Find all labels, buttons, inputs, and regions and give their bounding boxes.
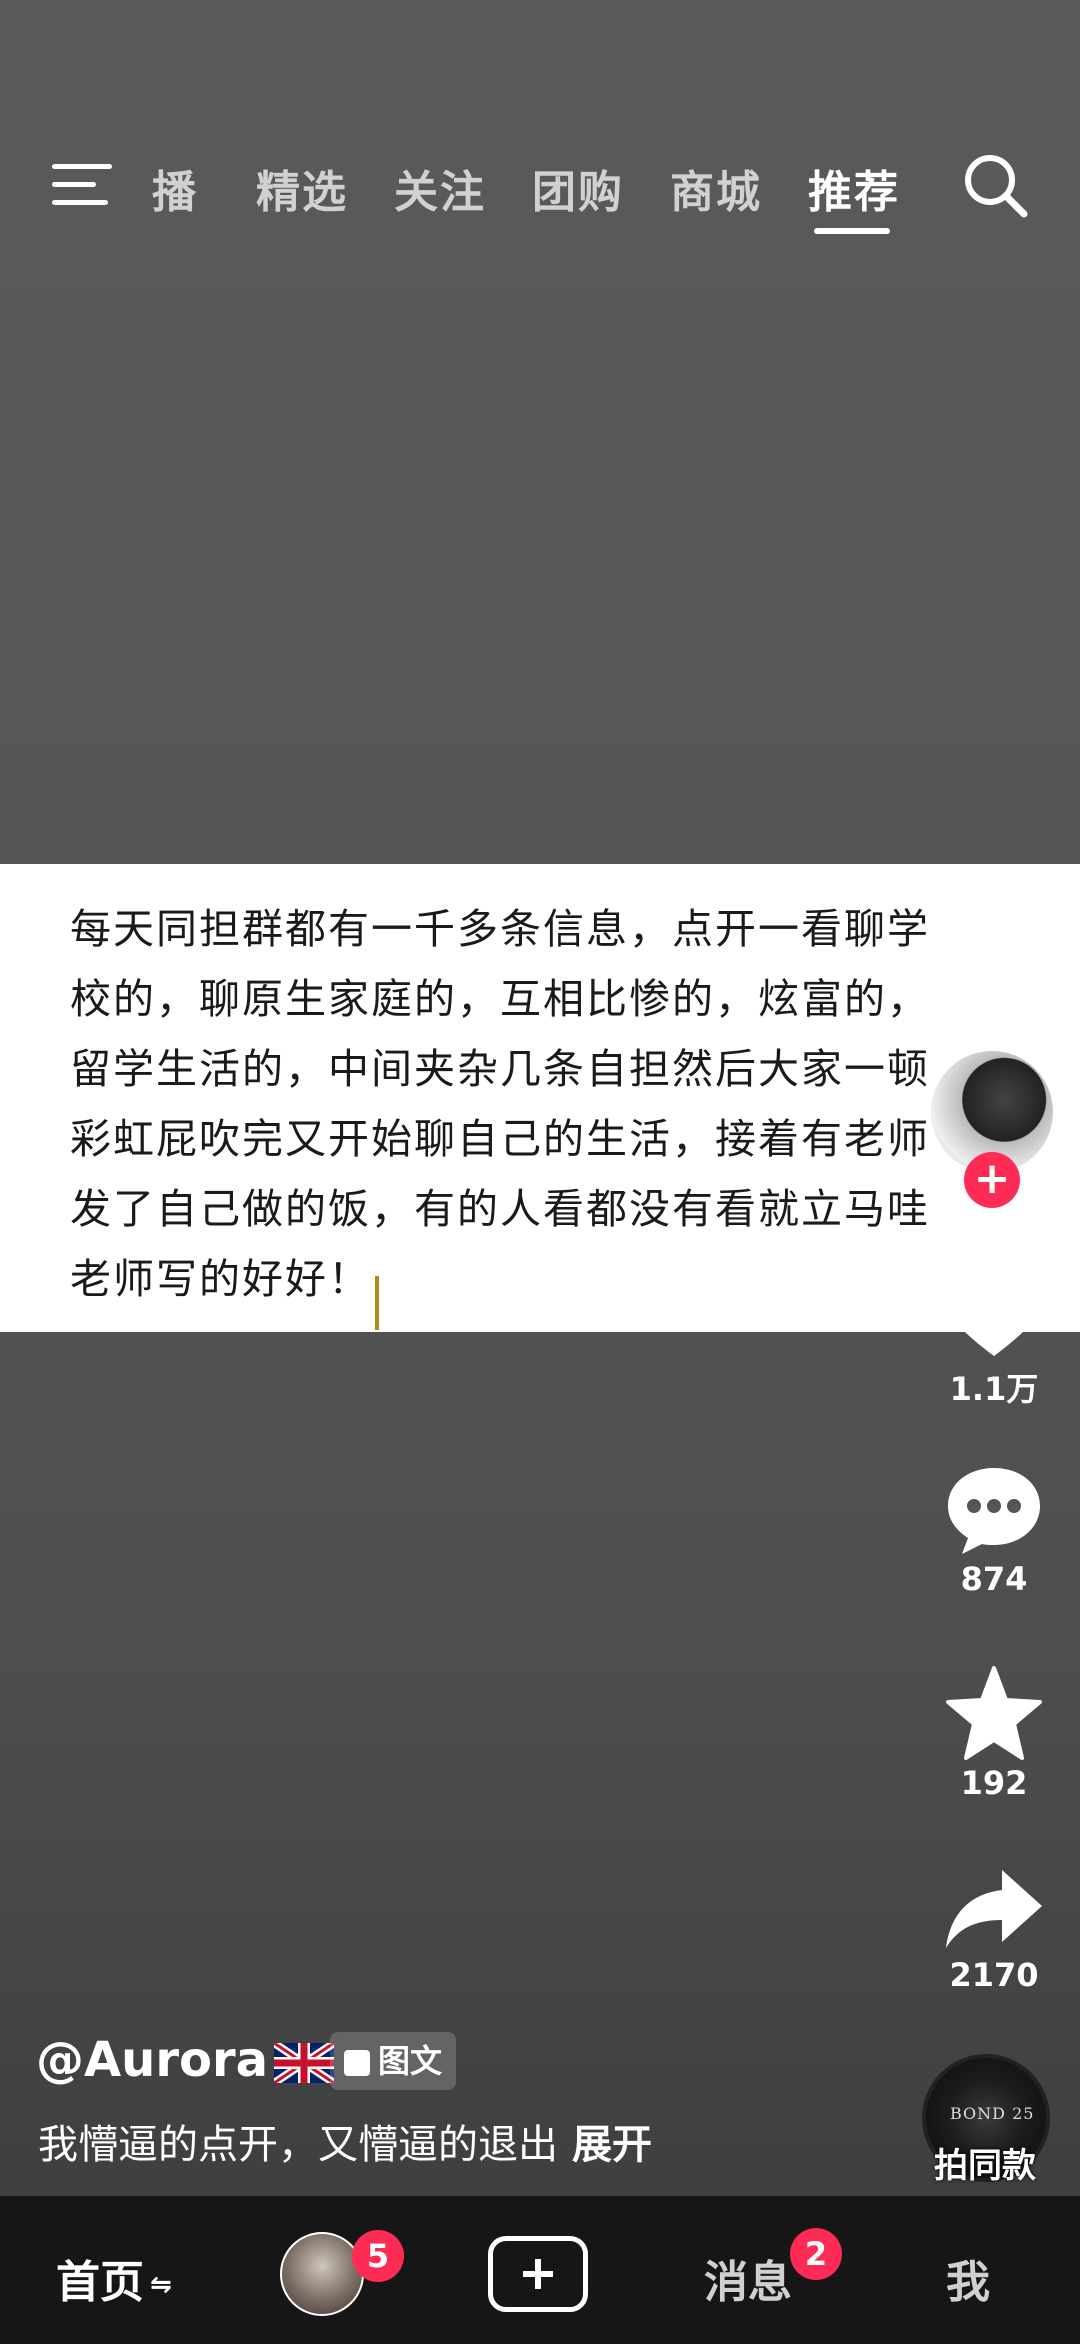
caption-text: 我懵逼的点开，又懵逼的退出 (38, 2122, 558, 2168)
comment-action[interactable]: 874 (930, 1464, 1058, 1598)
favorite-count: 192 (960, 1764, 1028, 1802)
nav-home-label: 首页 (56, 2257, 144, 2308)
nav-me[interactable]: 我 (946, 2246, 990, 2310)
nav-home[interactable]: 首页 ⇋ (56, 2246, 172, 2310)
shoot-same-button[interactable]: 拍同款 (934, 2138, 1036, 2187)
post-text-card[interactable]: 每天同担群都有一千多条信息，点开一看聊学 校的，聊原生家庭的，互相比惨的，炫富的… (0, 864, 1080, 1332)
tab-mall[interactable]: 商城 (670, 156, 762, 220)
username-text: @Aurora (36, 2032, 269, 2088)
favorite-action[interactable]: 192 (930, 1666, 1058, 1802)
text-cursor (375, 1276, 379, 1330)
comment-icon[interactable] (944, 1464, 1044, 1556)
tab-live[interactable]: 播 (152, 156, 198, 220)
active-tab-indicator (814, 228, 890, 234)
nav-friends-avatar[interactable] (280, 2232, 364, 2316)
music-disc-label: BOND 25 (950, 2104, 1035, 2123)
share-count: 2170 (949, 1956, 1039, 1994)
like-count: 1.1万 (949, 1370, 1039, 1408)
tab-group-buy[interactable]: 团购 (532, 156, 624, 220)
expand-button[interactable]: 展开 (572, 2122, 652, 2168)
like-action[interactable]: 1.1万 (930, 1268, 1058, 1410)
post-text-line: 彩虹屁吹完又开始聊自己的生活，接着有老师 (70, 1115, 930, 1163)
post-text-line: 每天同担群都有一千多条信息，点开一看聊学 (70, 905, 930, 953)
share-icon[interactable] (942, 1866, 1046, 1952)
tab-following[interactable]: 关注 (394, 156, 486, 220)
messages-badge: 2 (790, 2228, 842, 2280)
post-text-line: 校的，聊原生家庭的，互相比惨的，炫富的， (70, 975, 930, 1023)
share-action[interactable]: 2170 (930, 1866, 1058, 1994)
create-button[interactable] (488, 2236, 588, 2312)
tab-recommend[interactable]: 推荐 (808, 156, 900, 220)
top-navigation: 播 精选 关注 团购 商城 推荐 (0, 150, 1080, 234)
nav-messages[interactable]: 消息 (704, 2246, 792, 2310)
heart-icon[interactable] (942, 1268, 1046, 1360)
post-text-line: 老师写的好好！ (70, 1255, 371, 1303)
menu-icon[interactable] (52, 160, 116, 210)
post-text: 每天同担群都有一千多条信息，点开一看聊学 校的，聊原生家庭的，互相比惨的，炫富的… (70, 894, 990, 1335)
post-text-line: 发了自己做的饭，有的人看都没有看就立马哇 (70, 1185, 930, 1233)
plus-icon (523, 2259, 553, 2289)
image-text-icon (344, 2050, 370, 2076)
friends-badge: 5 (352, 2230, 404, 2282)
bottom-navigation: 首页 ⇋ 5 消息 2 我 (0, 2196, 1080, 2344)
post-text-line: 留学生活的，中间夹杂几条自担然后大家一顿 (70, 1045, 930, 1093)
comment-count: 874 (960, 1560, 1028, 1598)
uk-flag-icon (274, 2043, 335, 2083)
author-username[interactable]: @Aurora (36, 2032, 335, 2088)
star-icon[interactable] (944, 1666, 1044, 1760)
tab-featured[interactable]: 精选 (256, 156, 348, 220)
post-caption[interactable]: 我懵逼的点开，又懵逼的退出 展开 (38, 2112, 652, 2170)
post-type-label: 图文 (378, 2042, 443, 2080)
follow-button[interactable]: + (964, 1152, 1020, 1208)
post-type-tag: 图文 (330, 2032, 457, 2090)
switch-arrows-icon: ⇋ (150, 2270, 172, 2300)
search-icon[interactable] (960, 150, 1032, 222)
